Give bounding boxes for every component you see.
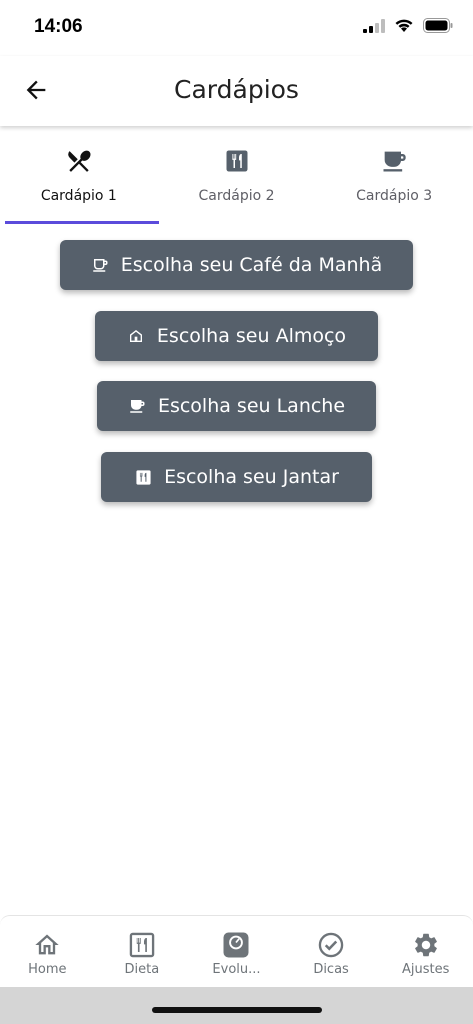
dinner-button[interactable]: Escolha seu Jantar [101, 452, 372, 502]
nav-evolucao[interactable]: Evolu... [189, 916, 284, 988]
house-icon [129, 330, 142, 342]
tab-indicator [5, 221, 159, 224]
lunch-label: Escolha seu Almoço [156, 325, 347, 347]
status-time: 14:06 [34, 16, 83, 37]
tab-label: Cardápio 3 [356, 188, 433, 204]
coffee-icon [93, 259, 108, 272]
restaurant-icon [135, 469, 151, 485]
menu-book-icon [129, 932, 155, 958]
home-indicator[interactable] [152, 1007, 322, 1013]
snack-button[interactable]: Escolha seu Lanche [97, 381, 376, 431]
tab-cardapio-2[interactable]: Cardápio 2 [158, 128, 316, 224]
status-bar: 14:06 [0, 0, 473, 56]
home-icon [35, 934, 59, 955]
snack-label: Escolha seu Lanche [157, 395, 346, 417]
nav-label: Ajustes [401, 962, 450, 977]
tab-label: Cardápio 2 [198, 188, 275, 204]
menu-tabs: Cardápio 1 Cardápio 2 Cardápio 3 [0, 128, 473, 224]
app-bar: Cardápios [0, 56, 473, 126]
nav-label: Dicas [313, 962, 349, 977]
status-icons [363, 18, 453, 33]
home-bar-area [0, 987, 473, 1024]
tab-label: Cardápio 1 [40, 188, 117, 204]
coffee-cup-icon [383, 151, 406, 172]
battery-icon [423, 18, 453, 33]
breakfast-label: Escolha seu Café da Manhã [120, 254, 383, 276]
nav-home[interactable]: Home [0, 916, 95, 988]
wifi-icon [395, 19, 413, 32]
tab-cardapio-1[interactable]: Cardápio 1 [0, 128, 158, 224]
nav-label: Dieta [124, 962, 160, 977]
breakfast-button[interactable]: Escolha seu Café da Manhã [60, 240, 413, 290]
cup-icon [130, 400, 145, 413]
signal-icon [363, 18, 385, 33]
utensils-crossed-icon [68, 150, 91, 172]
gear-icon [414, 933, 437, 957]
restaurant-menu-icon [226, 150, 247, 172]
bottom-navigation: Home Dieta Evolu... Dicas Ajustes [0, 915, 473, 988]
dinner-label: Escolha seu Jantar [164, 466, 339, 488]
tab-cardapio-3[interactable]: Cardápio 3 [315, 128, 473, 224]
lunch-button[interactable]: Escolha seu Almoço [95, 311, 378, 361]
nav-dicas[interactable]: Dicas [284, 916, 379, 988]
scale-icon [223, 932, 249, 958]
page-title: Cardápios [174, 75, 299, 104]
nav-dieta[interactable]: Dieta [95, 916, 190, 988]
nav-ajustes[interactable]: Ajustes [378, 916, 473, 988]
nav-label: Evolu... [212, 962, 261, 977]
check-circle-icon [318, 932, 344, 958]
nav-label: Home [28, 962, 67, 977]
